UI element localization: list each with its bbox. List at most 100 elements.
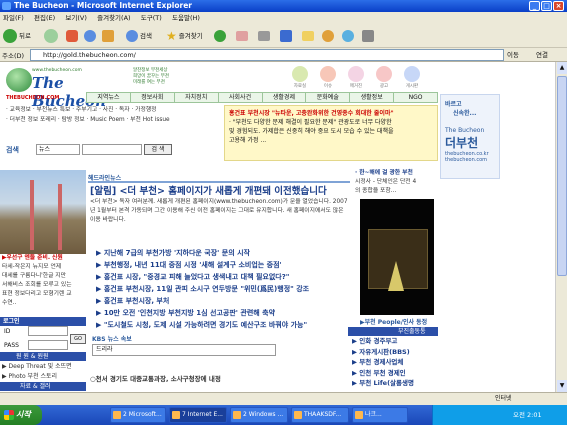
links-button[interactable]: 연결	[536, 49, 548, 61]
back-button[interactable]: 뒤로	[3, 28, 31, 44]
top-icon-magazine[interactable]: 매거진	[344, 66, 368, 89]
scroll-down-arrow-icon[interactable]: ▼	[557, 380, 567, 392]
right-news-line: 시정사 - 단체인은 단전 4	[355, 179, 417, 185]
top-icon-label: 게시판	[405, 84, 419, 89]
folder-icon	[302, 31, 314, 41]
search-input[interactable]	[82, 144, 142, 155]
taskbar-item[interactable]: 나크...	[352, 407, 408, 423]
left-section-bar: 자료 & 갤러	[0, 382, 86, 391]
right-link-item[interactable]: ▶ 부천 Life(살롱생명	[352, 378, 414, 389]
home-button[interactable]	[102, 28, 114, 44]
sub-nav-line[interactable]: · 교육정보 · 부천뉴스 특보 · 주부기고 · 사진 · 독자 · 가정행정	[6, 105, 223, 115]
caption-line: 타세-작은지 뉴지모 언제	[2, 264, 62, 270]
top-icon-board[interactable]: 게시판	[400, 66, 424, 89]
print-button[interactable]	[258, 28, 270, 44]
scroll-thumb[interactable]	[557, 76, 567, 276]
right-link-item[interactable]: ▶ 인천 부천 경제인	[352, 368, 414, 379]
search-submit-button[interactable]: 검 색	[144, 144, 172, 155]
nav-item[interactable]: 자치정치	[175, 93, 219, 102]
media-button[interactable]	[342, 28, 354, 44]
city-hall-night-photo[interactable]	[360, 199, 434, 315]
taskbar-item[interactable]: THAAKSDF...	[291, 407, 349, 423]
vertical-scrollbar[interactable]: ▲ ▼	[555, 62, 567, 392]
start-button[interactable]: 시작	[0, 405, 42, 425]
login-go-button[interactable]: GO	[70, 334, 86, 344]
minimize-button[interactable]: _	[529, 1, 540, 11]
news-item[interactable]: ▶ 10만 오전 '인천지방 부천지방 1심 선고공판' 관련해 축약	[96, 307, 356, 319]
forward-button[interactable]	[44, 28, 58, 44]
right-link-item[interactable]: ▶ 부천 경제사업체	[352, 357, 414, 368]
top-icon-issue[interactable]: 이슈	[316, 66, 340, 89]
notice-title[interactable]: 홍건표 부천시장 "뉴타운, 고충완화위한 건영종수 회대한 줄이마"	[229, 109, 433, 118]
history-button[interactable]	[214, 28, 226, 44]
status-bar: 인터넷	[0, 392, 567, 405]
news-item[interactable]: ▶ 홍건표 부천시장, 부처	[96, 295, 356, 307]
news-item[interactable]: ▶ 지난해 7급의 부천가방 '지하다운 국장' 문의 시작	[96, 247, 356, 259]
menu-help[interactable]: 도움말(H)	[172, 14, 200, 22]
people-link[interactable]: ▶부천 People/인사 동정	[360, 317, 427, 326]
maximize-button[interactable]: □	[541, 1, 552, 11]
news-item[interactable]: ▶ 부천행정, 내년 11대 중점 시정 '새해 설계구 소비업는 중점'	[96, 259, 356, 271]
menu-favorites[interactable]: 즐겨찾기(A)	[97, 14, 130, 22]
news-list: ▶ 지난해 7급의 부천가방 '지하다운 국장' 문의 시작 ▶ 부천행정, 내…	[96, 247, 356, 331]
news-item[interactable]: ▶ "도시철도 시청, 도제 시설 가능하려면 경기도 예산구조 바꿔야 가능"	[96, 319, 356, 331]
nav-item[interactable]: 생활경제	[263, 93, 307, 102]
left-menu-item[interactable]: ▶ Photo 부천 스토리	[2, 372, 72, 382]
menu-tools[interactable]: 도구(T)	[141, 14, 162, 22]
notice-box: 홍건표 부천시장 "뉴타운, 고충완화위한 건영종수 회대한 줄이마" · "부…	[224, 105, 438, 161]
ad-brand-kr: 더부천	[445, 136, 479, 150]
nav-item[interactable]: 생활정보	[350, 93, 395, 102]
close-button[interactable]: ×	[553, 1, 564, 11]
favorites-button[interactable]: ★ 즐겨찾기	[166, 28, 203, 44]
back-label: 뒤로	[19, 32, 31, 40]
photo-tower	[30, 180, 34, 250]
right-link-item[interactable]: ▶ 인화 경주부고	[352, 336, 414, 347]
nav-item[interactable]: 지역뉴스	[87, 93, 131, 102]
research-button[interactable]	[362, 28, 374, 44]
top-icon-ad[interactable]: 광고	[372, 66, 396, 89]
scroll-up-arrow-icon[interactable]: ▲	[557, 62, 567, 74]
nav-item[interactable]: 사회사건	[219, 93, 263, 102]
kbs-news-ticker[interactable]: 드리라	[92, 344, 276, 356]
folder-button[interactable]	[302, 28, 314, 44]
go-button[interactable]: 이동	[507, 49, 519, 61]
clock[interactable]: 오전 2:01	[513, 411, 542, 419]
left-menu-item[interactable]: ▶ Deep Threat 및 소뜨면	[2, 362, 72, 372]
taskbar-item[interactable]: 2 Microsoft...	[110, 407, 166, 423]
edit-button[interactable]	[280, 28, 292, 44]
messenger-button[interactable]	[322, 28, 334, 44]
login-pass-input[interactable]	[28, 340, 68, 350]
news-item[interactable]: ▶ 홍건표 부천시장, 11일 관피 소시구 연두방문 "위민(爲民)행정" 강…	[96, 283, 356, 295]
search-scope-select[interactable]: 뉴스	[36, 144, 80, 155]
caption-line: 표현 정보다리고 모형기렌 교	[2, 291, 72, 297]
menu-view[interactable]: 보기(V)	[65, 14, 86, 22]
right-banner-ad[interactable]: 바르고 신속한... The Bucheon 더부천 thebucheon.co…	[440, 94, 500, 179]
taskbar-item[interactable]: 2 Windows ...	[230, 407, 288, 423]
login-id-input[interactable]	[28, 326, 68, 336]
right-news-line[interactable]: · 한~해에 걸 광한 부천	[355, 169, 437, 178]
nav-item[interactable]: NGO	[394, 93, 437, 102]
caption-title[interactable]: ▶우선구 엔둘 준비. 신원	[2, 254, 88, 263]
web-page: www.thebucheon.com The Bucheon 알찬정보 부천세상…	[0, 62, 555, 392]
address-input[interactable]: http://gold.thebucheon.com/	[30, 49, 504, 61]
top-icon-archive[interactable]: 자료실	[288, 66, 312, 89]
right-link-list: ▶ 인화 경주부고 ▶ 자유게시판(BBS) ▶ 부천 경제사업체 ▶ 인천 부…	[352, 336, 414, 389]
right-link-item[interactable]: ▶ 자유게시판(BBS)	[352, 347, 414, 358]
right-section-bar: 부진출동통	[348, 327, 438, 336]
news-item[interactable]: ▶ 홍건표 시장, "중경교 피해 늘었다고 생색내고 대책 필요없다?"	[96, 271, 356, 283]
sub-nav-line[interactable]: · 더부천 정보 포레리 · 탐방 정보 · Music Poem · 부천 H…	[6, 115, 223, 125]
mail-button[interactable]	[236, 28, 248, 44]
taskbar-item[interactable]: 7 Internet E...	[169, 407, 227, 423]
refresh-button[interactable]	[84, 28, 96, 44]
menu-edit[interactable]: 편집(E)	[34, 14, 55, 22]
logo-url: www.thebucheon.com	[32, 68, 82, 73]
right-news-text: · 한~해에 걸 광한 부천 시정사 - 단체인은 단전 4 의 종합을 포함.…	[355, 169, 437, 196]
nav-item[interactable]: 문화예술	[306, 93, 351, 102]
search-button[interactable]: 검색	[126, 28, 152, 44]
menu-file[interactable]: 파일(F)	[3, 14, 24, 22]
bridge-photo[interactable]	[0, 170, 86, 254]
nav-item[interactable]: 정보사회	[131, 93, 175, 102]
stop-button[interactable]	[66, 28, 78, 44]
bottom-news-item[interactable]: ○천서 경기도 대중교통과장, 소사구청장에 내정	[90, 373, 221, 383]
headline-link[interactable]: [알림] <더 부천> 홈페이지가 새롭게 개편돼 이전했습니다	[90, 183, 348, 197]
